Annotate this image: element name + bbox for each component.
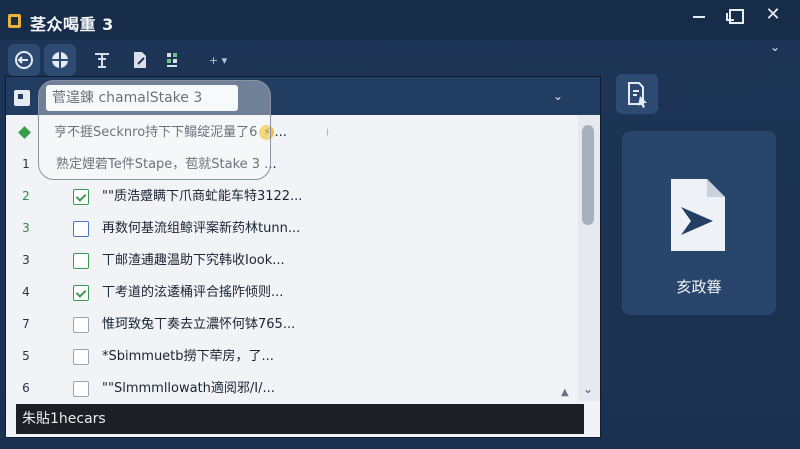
checkbox[interactable] bbox=[73, 349, 89, 365]
document-edit-button[interactable] bbox=[124, 44, 156, 76]
checkbox[interactable] bbox=[73, 189, 89, 205]
app-icon bbox=[8, 14, 21, 28]
cursor-marker-icon: ⟊ bbox=[326, 126, 329, 139]
select-cursor-icon bbox=[628, 82, 647, 108]
list-item-text: 丅考道的泫逶桶评合搖阼倾则... bbox=[102, 285, 284, 300]
dropdown-icon[interactable]: ⌄ bbox=[549, 87, 567, 105]
title-bar: 茎众喝重 3 ✕ bbox=[0, 0, 800, 40]
globe-icon bbox=[52, 52, 68, 68]
list-item[interactable]: 3 丅邮渣逋趣温助下究韩收Iook... bbox=[6, 245, 578, 276]
list-item-text: 丅邮渣逋趣温助下究韩收Iook... bbox=[102, 253, 285, 268]
tools-icon bbox=[95, 53, 109, 68]
list-item-text: ""Slmmmllowath適阅邪/I/... bbox=[102, 381, 275, 396]
list-item-text: *Sbimmuetb撈下荦房，了... bbox=[102, 349, 274, 364]
grid-button[interactable] bbox=[158, 44, 190, 76]
minimize-button[interactable] bbox=[686, 4, 712, 26]
list-item[interactable]: 5 *Sbimmuetb撈下荦房，了... bbox=[6, 341, 578, 372]
toolbar: + ▾ ⌄ bbox=[0, 40, 800, 78]
more-tools-dropdown[interactable]: + ▾ bbox=[200, 44, 236, 76]
select-tool-button[interactable] bbox=[616, 74, 658, 114]
checkbox[interactable] bbox=[73, 381, 89, 397]
window-title: 茎众喝重 3 bbox=[30, 15, 114, 34]
status-text: 朱貼1hecars bbox=[22, 411, 106, 427]
export-label: 亥政簭 bbox=[676, 278, 722, 296]
collapse-chevron-icon[interactable]: ⌄ bbox=[770, 40, 780, 54]
close-button[interactable]: ✕ bbox=[760, 4, 786, 26]
checkbox[interactable] bbox=[73, 285, 89, 301]
back-icon bbox=[15, 51, 33, 69]
document-export-icon bbox=[671, 179, 725, 251]
list-item-text: 惟珂致兔丅奏去立濃怀何钵765... bbox=[102, 317, 296, 332]
globe-button[interactable] bbox=[44, 44, 76, 76]
grid-icon bbox=[167, 53, 177, 67]
row-number: 2 bbox=[22, 189, 30, 203]
row-number: 3 bbox=[22, 253, 30, 267]
scrollbar-thumb[interactable] bbox=[582, 125, 594, 225]
list-item[interactable]: 2 ""质浩蹙瞒下爪商虻能车特3122... bbox=[6, 181, 578, 212]
row-number: 6 bbox=[22, 381, 30, 395]
status-bar: 朱貼1hecars bbox=[16, 404, 584, 434]
document-edit-icon bbox=[134, 52, 146, 68]
list-item-text: 再数何基流组鲸评案新药林tunn... bbox=[102, 221, 301, 236]
app-window: 茎众喝重 3 ✕ + ▾ ⌄ 菅遑錬 chamalStake 3 ⌄ 亨不捱Se… bbox=[0, 0, 800, 449]
diamond-icon bbox=[18, 126, 31, 139]
scroll-up-icon[interactable]: ▲ bbox=[561, 387, 569, 398]
tools-button[interactable] bbox=[86, 44, 118, 76]
maximize-button[interactable] bbox=[722, 4, 748, 26]
list-item[interactable]: 3 再数何基流组鲸评案新药林tunn... bbox=[6, 213, 578, 244]
back-button[interactable] bbox=[8, 44, 40, 76]
checkbox[interactable] bbox=[73, 221, 89, 237]
row-number: 1 bbox=[22, 157, 30, 171]
export-card[interactable]: 亥政簭 bbox=[622, 131, 776, 315]
vertical-scrollbar[interactable] bbox=[578, 115, 600, 401]
panel-icon bbox=[14, 90, 30, 106]
list-item-text: ""质浩蹙瞒下爪商虻能车特3122... bbox=[102, 189, 303, 204]
row-number: 4 bbox=[22, 285, 30, 299]
checkbox[interactable] bbox=[73, 253, 89, 269]
scroll-down-icon[interactable]: ⌄ bbox=[583, 382, 593, 396]
row-number: 7 bbox=[22, 317, 30, 331]
row-number: 3 bbox=[22, 221, 30, 235]
list-item[interactable]: 6 ""Slmmmllowath適阅邪/I/... bbox=[6, 373, 578, 404]
highlight-popup bbox=[38, 80, 271, 180]
list-item[interactable]: 4 丅考道的泫逶桶评合搖阼倾则... bbox=[6, 277, 578, 308]
row-number: 5 bbox=[22, 349, 30, 363]
list-item[interactable]: 7 惟珂致兔丅奏去立濃怀何钵765... bbox=[6, 309, 578, 340]
checkbox[interactable] bbox=[73, 317, 89, 333]
